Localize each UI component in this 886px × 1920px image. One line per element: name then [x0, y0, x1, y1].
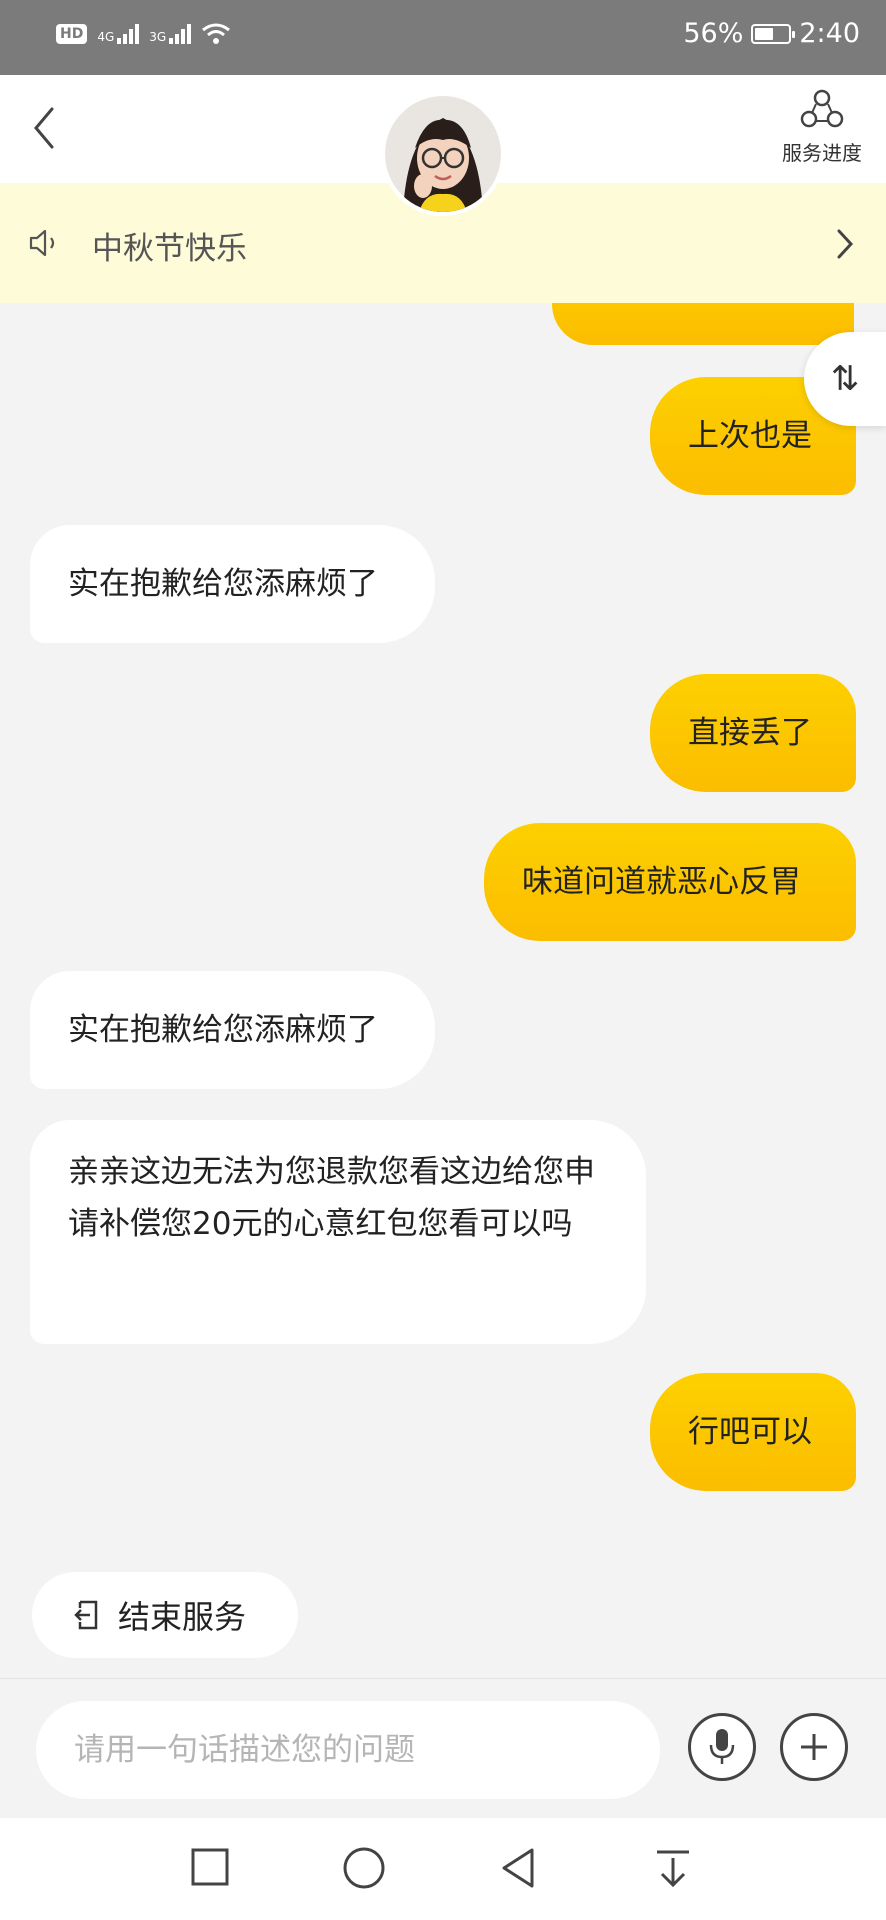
- message-bubble-left: 实在抱歉给您添麻烦了: [30, 525, 435, 643]
- progress-nodes-icon: [800, 89, 844, 128]
- message-text: 实在抱歉给您添麻烦了: [68, 1012, 378, 1048]
- message-text: 行吧可以: [688, 1414, 812, 1450]
- message-input[interactable]: [36, 1701, 660, 1799]
- message-bubble-left: 实在抱歉给您添麻烦了: [30, 971, 435, 1089]
- message-bubble-right: 直接丢了: [650, 674, 856, 792]
- chat-messages[interactable]: 上次也是 实在抱歉给您添麻烦了 直接丢了 味道问道就恶心反胃 实在抱歉给您添麻烦…: [0, 303, 886, 1543]
- message-text: 上次也是: [688, 418, 812, 454]
- signal-bars-icon: [117, 24, 140, 44]
- home-icon[interactable]: [342, 1846, 386, 1890]
- signal-4g: 4G: [97, 24, 140, 44]
- add-button[interactable]: [780, 1713, 848, 1781]
- speaker-icon: [29, 229, 55, 257]
- status-left: HD 4G 3G: [56, 22, 231, 46]
- message-bubble-right: 行吧可以: [650, 1373, 856, 1491]
- recent-apps-icon[interactable]: [190, 1846, 230, 1888]
- message-bubble-left: 亲亲这边无法为您退款您看这边给您申请补偿您20元的心意红包您看可以吗: [30, 1120, 646, 1344]
- clock: 2:40: [799, 18, 860, 49]
- sort-arrows-icon: ⇅: [830, 359, 860, 399]
- wifi-icon: [202, 23, 231, 44]
- signal-bars-icon: [169, 24, 192, 44]
- message-text: 实在抱歉给您添麻烦了: [68, 566, 378, 602]
- message-text: 亲亲这边无法为您退款您看这边给您申请补偿您20元的心意红包您看可以吗: [68, 1154, 595, 1242]
- battery-icon: [751, 23, 796, 44]
- back-nav-icon[interactable]: [498, 1846, 538, 1890]
- message-text: 直接丢了: [688, 715, 812, 751]
- service-progress-button[interactable]: 服务进度: [776, 89, 868, 166]
- exit-icon: [74, 1600, 98, 1630]
- back-icon[interactable]: [26, 103, 66, 153]
- agent-avatar: [381, 92, 505, 216]
- signal-3g: 3G: [149, 24, 192, 44]
- chevron-right-icon: [837, 229, 854, 259]
- battery-percent: 56%: [683, 18, 744, 49]
- notification-pulldown-icon[interactable]: [654, 1846, 692, 1890]
- network-label-2: 3G: [149, 30, 167, 44]
- end-service-button[interactable]: 结束服务: [32, 1572, 298, 1658]
- avatar-illustration: [385, 96, 501, 212]
- message-text: 味道问道就恶心反胃: [522, 864, 801, 900]
- network-label-1: 4G: [97, 30, 115, 44]
- microphone-icon: [709, 1729, 735, 1764]
- status-bar: HD 4G 3G 56% 2:40: [0, 0, 886, 75]
- input-bar: [0, 1678, 886, 1818]
- plus-icon: [801, 1734, 827, 1760]
- system-nav-bar: [0, 1818, 886, 1920]
- end-service-label: 结束服务: [118, 1598, 247, 1636]
- message-bubble-right: [552, 303, 854, 345]
- service-progress-label: 服务进度: [782, 141, 862, 165]
- hd-badge: HD: [56, 24, 88, 44]
- status-right: 56% 2:40: [683, 18, 860, 49]
- voice-button[interactable]: [688, 1713, 756, 1781]
- notice-text: 中秋节快乐: [92, 231, 247, 267]
- message-bubble-right: 味道问道就恶心反胃: [484, 823, 856, 941]
